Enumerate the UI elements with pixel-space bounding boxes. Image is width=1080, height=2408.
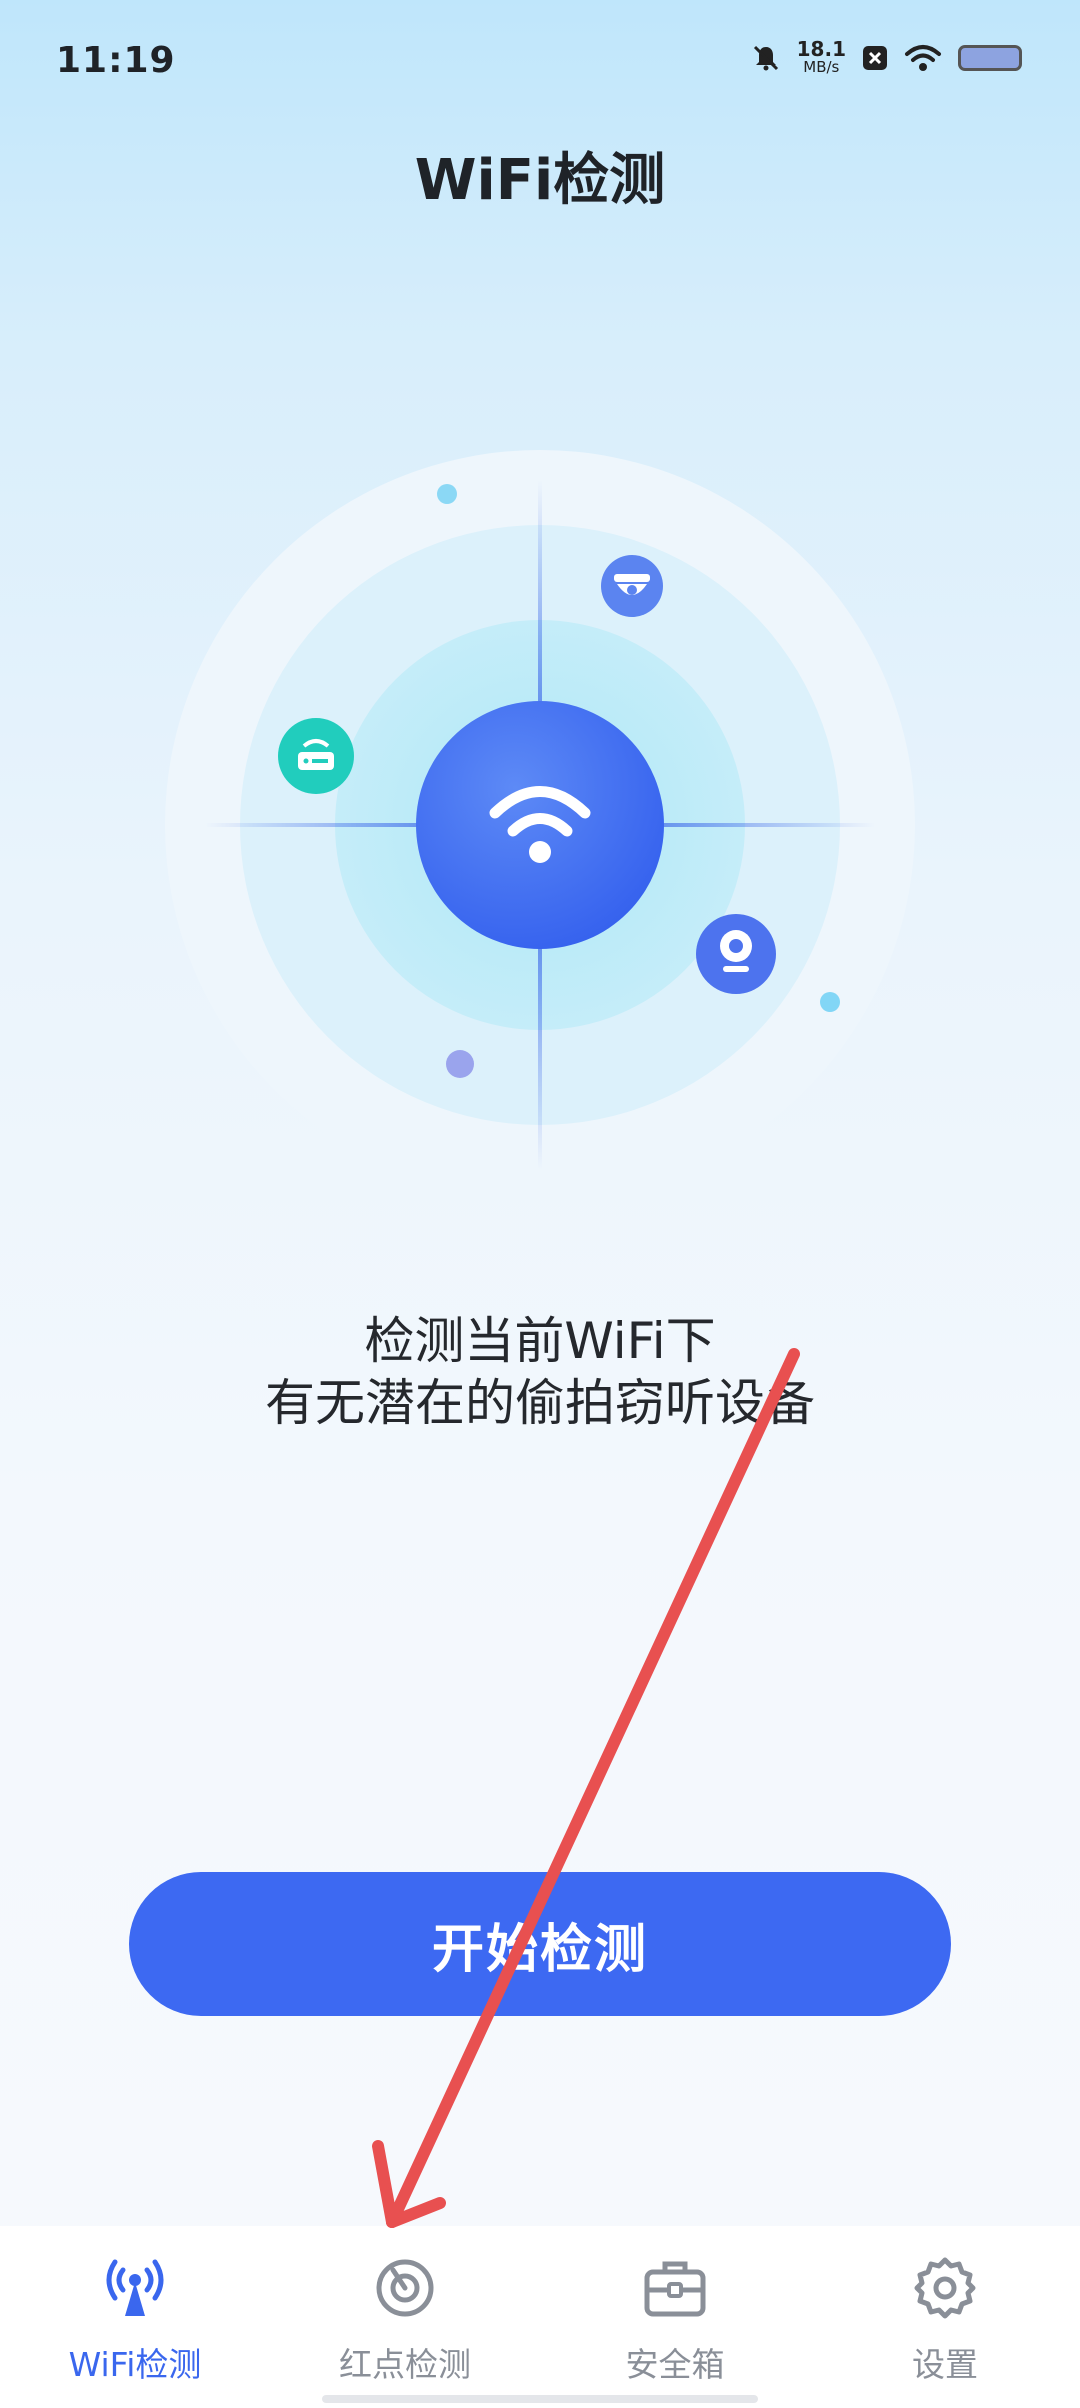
- camera-dome-icon: [601, 555, 663, 617]
- description-text: 检测当前WiFi下 有无潜在的偷拍窃听设备: [0, 1310, 1080, 1434]
- wifi-icon: [904, 43, 942, 73]
- network-speed: 18.1 MB/s: [796, 37, 846, 76]
- nav-label-red-dot-detection: 红点检测: [339, 2345, 471, 2384]
- nav-label-safe-box: 安全箱: [625, 2345, 725, 2384]
- nav-item-settings[interactable]: 设置: [810, 2226, 1080, 2408]
- nav-item-wifi-detection[interactable]: WiFi检测: [0, 2226, 270, 2408]
- toolbox-icon: [643, 2256, 707, 2324]
- router-icon: [278, 718, 354, 794]
- nav-item-safe-box[interactable]: 安全箱: [540, 2226, 810, 2408]
- start-detection-button[interactable]: 开始检测: [129, 1872, 951, 2016]
- webcam-icon: [696, 914, 776, 994]
- annotation-arrow: [372, 1348, 800, 2228]
- nav-label-settings: 设置: [912, 2345, 978, 2384]
- gear-icon: [913, 2256, 977, 2324]
- home-indicator: [322, 2395, 758, 2403]
- network-speed-value: 18.1: [796, 37, 846, 61]
- nav-label-wifi-detection: WiFi检测: [68, 2345, 202, 2384]
- description-line-1: 检测当前WiFi下: [364, 1312, 716, 1370]
- radar-illustration: [165, 450, 915, 1200]
- nav-item-red-dot-detection[interactable]: 红点检测: [270, 2226, 540, 2408]
- close-box-icon: [862, 45, 888, 71]
- status-icons: 18.1 MB/s: [751, 37, 1022, 76]
- bottom-navigation: WiFi检测 红点检测 安全箱 设置: [0, 2226, 1080, 2408]
- status-time: 11:19: [56, 40, 176, 81]
- target-icon: [373, 2256, 437, 2324]
- network-speed-unit: MB/s: [803, 58, 840, 76]
- page-title: WiFi检测: [414, 148, 666, 213]
- signal-tower-icon: [103, 2256, 167, 2324]
- bell-muted-icon: [751, 43, 781, 73]
- description-line-2: 有无潜在的偷拍窃听设备: [265, 1374, 815, 1432]
- status-bar: 11:19 18.1 MB/s: [0, 0, 1080, 120]
- battery-icon: [958, 45, 1022, 71]
